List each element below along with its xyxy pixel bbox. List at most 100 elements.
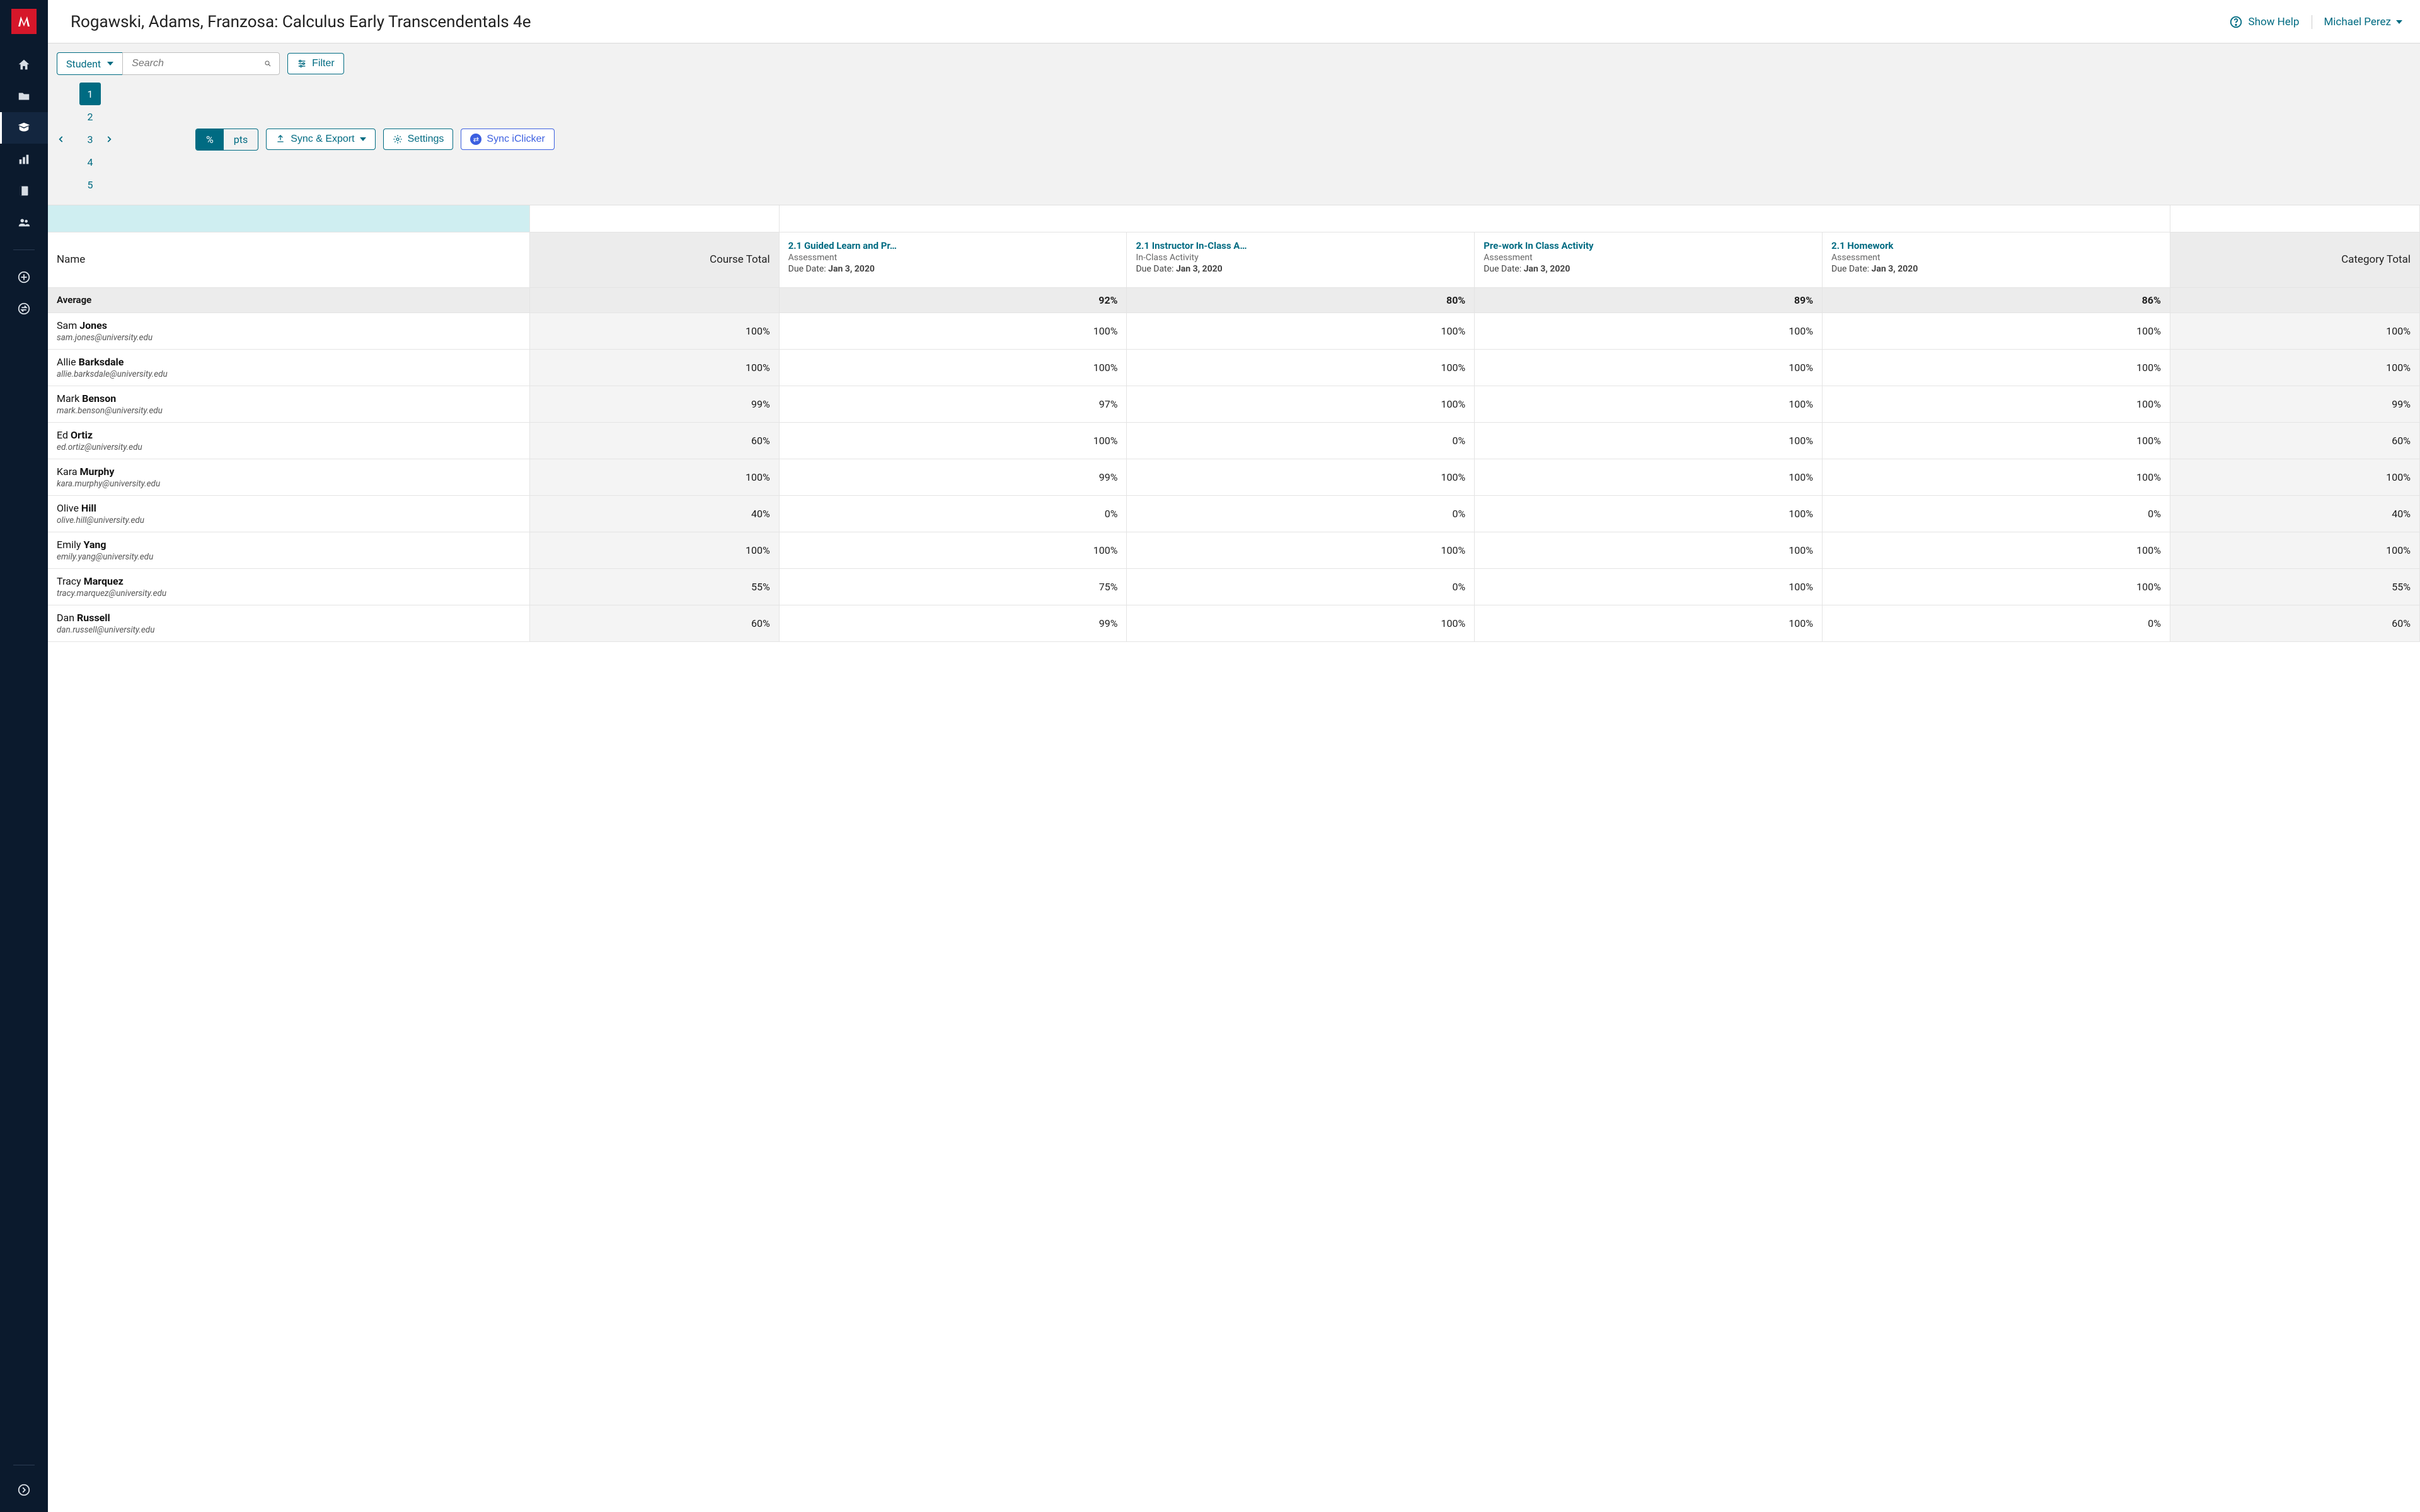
score-cell[interactable]: 100% xyxy=(1823,386,2170,422)
course-total-cell[interactable]: 100% xyxy=(529,349,779,386)
score-cell[interactable]: 100% xyxy=(1475,459,1823,495)
student-dropdown[interactable]: Student xyxy=(57,52,122,75)
score-cell[interactable]: 100% xyxy=(779,312,1127,349)
col-name[interactable]: Name xyxy=(48,232,529,287)
student-name-cell[interactable]: Mark Bensonmark.benson@university.edu xyxy=(48,386,529,422)
score-cell[interactable]: 100% xyxy=(779,532,1127,568)
search-field[interactable] xyxy=(122,52,280,75)
category-total-cell[interactable]: 100% xyxy=(2170,532,2419,568)
category-total-cell[interactable]: 55% xyxy=(2170,568,2419,605)
score-cell[interactable]: 100% xyxy=(1823,422,2170,459)
nav-library[interactable] xyxy=(0,175,48,207)
score-cell[interactable]: 100% xyxy=(1127,532,1475,568)
student-row[interactable]: Allie Barksdaleallie.barksdale@universit… xyxy=(48,349,2420,386)
sync-export-button[interactable]: Sync & Export xyxy=(266,129,375,150)
score-cell[interactable]: 0% xyxy=(1823,495,2170,532)
student-name-cell[interactable]: Allie Barksdaleallie.barksdale@universit… xyxy=(48,349,529,386)
category-total-cell[interactable]: 100% xyxy=(2170,459,2419,495)
score-cell[interactable]: 100% xyxy=(1475,532,1823,568)
score-cell[interactable]: 100% xyxy=(1823,349,2170,386)
assignment-title[interactable]: Pre-work In Class Activity xyxy=(1484,240,1813,251)
score-cell[interactable]: 100% xyxy=(1127,386,1475,422)
student-name-cell[interactable]: Tracy Marqueztracy.marquez@university.ed… xyxy=(48,568,529,605)
assignment-title[interactable]: 2.1 Instructor In-Class A… xyxy=(1136,240,1465,251)
page-next[interactable] xyxy=(105,135,124,144)
score-cell[interactable]: 100% xyxy=(1475,349,1823,386)
course-total-cell[interactable]: 100% xyxy=(529,459,779,495)
score-cell[interactable]: 100% xyxy=(1823,568,2170,605)
score-cell[interactable]: 100% xyxy=(1127,312,1475,349)
score-cell[interactable]: 97% xyxy=(779,386,1127,422)
brand-logo[interactable] xyxy=(11,9,37,34)
course-total-cell[interactable]: 100% xyxy=(529,532,779,568)
nav-analytics[interactable] xyxy=(0,144,48,175)
score-cell[interactable]: 100% xyxy=(1127,349,1475,386)
score-cell[interactable]: 100% xyxy=(1475,422,1823,459)
student-name-cell[interactable]: Emily Yangemily.yang@university.edu xyxy=(48,532,529,568)
score-cell[interactable]: 99% xyxy=(779,605,1127,641)
filter-button[interactable]: Filter xyxy=(287,53,344,74)
nav-folder[interactable] xyxy=(0,81,48,112)
student-row[interactable]: Mark Bensonmark.benson@university.edu99%… xyxy=(48,386,2420,422)
score-cell[interactable]: 0% xyxy=(1127,495,1475,532)
score-cell[interactable]: 100% xyxy=(1127,605,1475,641)
mode-percent[interactable]: % xyxy=(196,129,224,150)
settings-button[interactable]: Settings xyxy=(383,129,454,150)
col-assignment[interactable]: 2.1 HomeworkAssessmentDue Date: Jan 3, 2… xyxy=(1823,232,2170,287)
student-name-cell[interactable]: Kara Murphykara.murphy@university.edu xyxy=(48,459,529,495)
mode-points[interactable]: pts xyxy=(224,129,258,150)
student-row[interactable]: Kara Murphykara.murphy@university.edu100… xyxy=(48,459,2420,495)
search-input[interactable] xyxy=(130,57,264,70)
category-total-cell[interactable]: 99% xyxy=(2170,386,2419,422)
nav-swap[interactable] xyxy=(0,293,48,324)
student-name-cell[interactable]: Olive Hillolive.hill@university.edu xyxy=(48,495,529,532)
score-cell[interactable]: 100% xyxy=(779,422,1127,459)
gradebook-table-wrap[interactable]: Name Course Total 2.1 Guided Learn and P… xyxy=(48,205,2420,1512)
nav-home[interactable] xyxy=(0,49,48,81)
score-cell[interactable]: 0% xyxy=(1127,422,1475,459)
course-total-cell[interactable]: 55% xyxy=(529,568,779,605)
category-total-cell[interactable]: 100% xyxy=(2170,349,2419,386)
page-prev[interactable] xyxy=(57,135,76,144)
score-cell[interactable]: 100% xyxy=(1823,532,2170,568)
col-course-total[interactable]: Course Total xyxy=(529,232,779,287)
user-menu[interactable]: Michael Perez xyxy=(2324,16,2402,28)
score-cell[interactable]: 100% xyxy=(1475,568,1823,605)
assignment-title[interactable]: 2.1 Guided Learn and Pr… xyxy=(788,240,1118,251)
category-total-cell[interactable]: 60% xyxy=(2170,605,2419,641)
col-category-total[interactable]: Category Total xyxy=(2170,232,2419,287)
course-total-cell[interactable]: 100% xyxy=(529,312,779,349)
show-help-button[interactable]: Show Help xyxy=(2229,15,2312,29)
student-row[interactable]: Emily Yangemily.yang@university.edu100%1… xyxy=(48,532,2420,568)
nav-people[interactable] xyxy=(0,207,48,238)
course-total-cell[interactable]: 60% xyxy=(529,605,779,641)
score-cell[interactable]: 100% xyxy=(1475,312,1823,349)
student-row[interactable]: Sam Jonessam.jones@university.edu100%100… xyxy=(48,312,2420,349)
assignment-title[interactable]: 2.1 Homework xyxy=(1831,240,2161,251)
course-total-cell[interactable]: 40% xyxy=(529,495,779,532)
course-total-cell[interactable]: 99% xyxy=(529,386,779,422)
score-cell[interactable]: 99% xyxy=(779,459,1127,495)
score-cell[interactable]: 100% xyxy=(1127,459,1475,495)
page-number[interactable]: 4 xyxy=(79,151,101,173)
score-cell[interactable]: 100% xyxy=(1475,386,1823,422)
score-cell[interactable]: 0% xyxy=(779,495,1127,532)
score-cell[interactable]: 100% xyxy=(1475,495,1823,532)
student-row[interactable]: Ed Ortized.ortiz@university.edu60%100%0%… xyxy=(48,422,2420,459)
category-total-cell[interactable]: 100% xyxy=(2170,312,2419,349)
nav-add[interactable] xyxy=(0,261,48,293)
nav-expand[interactable] xyxy=(0,1474,48,1506)
score-cell[interactable]: 0% xyxy=(1823,605,2170,641)
category-total-cell[interactable]: 60% xyxy=(2170,422,2419,459)
student-row[interactable]: Olive Hillolive.hill@university.edu40%0%… xyxy=(48,495,2420,532)
page-number[interactable]: 1 xyxy=(79,83,101,105)
sync-iclicker-button[interactable]: ⇄ Sync iClicker xyxy=(461,129,554,150)
nav-gradebook[interactable] xyxy=(0,112,48,144)
score-cell[interactable]: 100% xyxy=(1823,459,2170,495)
student-name-cell[interactable]: Sam Jonessam.jones@university.edu xyxy=(48,312,529,349)
score-cell[interactable]: 75% xyxy=(779,568,1127,605)
score-cell[interactable]: 100% xyxy=(1823,312,2170,349)
student-name-cell[interactable]: Ed Ortized.ortiz@university.edu xyxy=(48,422,529,459)
student-name-cell[interactable]: Dan Russelldan.russell@university.edu xyxy=(48,605,529,641)
score-cell[interactable]: 100% xyxy=(1475,605,1823,641)
